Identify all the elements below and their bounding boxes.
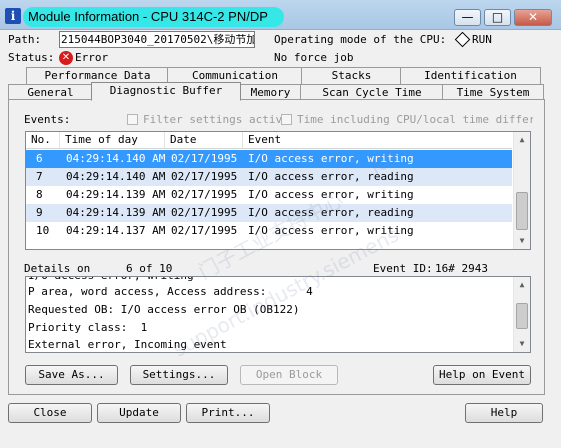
column-header-no[interactable]: No.: [26, 132, 60, 148]
help-on-event-button[interactable]: Help on Event: [433, 365, 531, 385]
time-including-checkbox[interactable]: [281, 114, 292, 125]
tab-stacks[interactable]: Stacks: [301, 67, 402, 84]
close-window-button[interactable]: ✕: [514, 9, 552, 26]
details-line: I/O access error, writing: [28, 277, 194, 284]
details-line: External error, Incoming event: [28, 338, 227, 351]
details-line: Requested OB: I/O access error OB (OB122…: [28, 303, 300, 316]
details-label: Details on: [24, 262, 91, 275]
filter-settings-label: Filter settings activ: [143, 113, 283, 126]
details-line: Priority class: 1: [28, 321, 148, 334]
cell-time: 04:29:14.139 AM: [66, 188, 166, 201]
cell-no: 7: [36, 170, 43, 183]
cell-event: I/O access error, writing: [248, 188, 414, 201]
filter-settings-checkbox[interactable]: [127, 114, 138, 125]
cell-time: 04:29:14.140 AM: [66, 152, 166, 165]
cell-event: I/O access error, reading: [248, 206, 414, 219]
status-label: Status:: [8, 51, 55, 64]
force-status: No force job: [274, 51, 354, 64]
maximize-button[interactable]: □: [484, 9, 511, 26]
open-block-button[interactable]: Open Block: [240, 365, 338, 385]
cell-date: 02/17/1995: [171, 206, 238, 219]
cell-no: 9: [36, 206, 43, 219]
table-row[interactable]: 8 04:29:14.139 AM 02/17/1995 I/O access …: [26, 186, 512, 204]
events-scrollbar[interactable]: ▲ ▼: [513, 132, 530, 249]
run-diamond-icon: [454, 31, 471, 48]
path-field: 215044BOP3040_20170502\移动节加脏: [59, 31, 255, 48]
cell-date: 02/17/1995: [171, 170, 238, 183]
event-id-value: 16# 2943: [435, 262, 488, 275]
status-value: Error: [75, 51, 109, 64]
error-icon: ✕: [59, 51, 73, 65]
cell-time: 04:29:14.140 AM: [66, 170, 166, 183]
details-scrollbar[interactable]: ▲ ▼: [513, 277, 530, 352]
cell-no: 8: [36, 188, 43, 201]
update-button[interactable]: Update: [97, 403, 181, 423]
path-label: Path:: [8, 33, 42, 46]
cell-time: 04:29:14.139 AM: [66, 206, 166, 219]
scroll-up-icon[interactable]: ▲: [514, 132, 530, 148]
time-including-label: Time including CPU/local time differenc: [297, 113, 533, 126]
events-label: Events:: [24, 113, 71, 126]
column-header-time[interactable]: Time of day: [60, 132, 165, 148]
table-row[interactable]: 10 04:29:14.137 AM 02/17/1995 I/O access…: [26, 222, 512, 240]
print-button[interactable]: Print...: [186, 403, 270, 423]
events-list[interactable]: No. Time of day Date Event 6 04:29:14.14…: [25, 131, 531, 250]
cell-event: I/O access error, writing: [248, 224, 414, 237]
event-id-label: Event ID:: [373, 262, 433, 275]
column-header-date[interactable]: Date: [165, 132, 243, 148]
details-position: 6 of 10: [126, 262, 173, 275]
operating-mode-label: Operating mode of the CPU:: [274, 33, 447, 46]
cell-no: 6: [36, 152, 43, 165]
scroll-up-icon[interactable]: ▲: [514, 277, 530, 293]
operating-mode-value: RUN: [472, 33, 492, 46]
events-list-header: No. Time of day Date Event: [26, 132, 512, 149]
cell-date: 02/17/1995: [171, 188, 238, 201]
title-bar[interactable]: i Module Information - CPU 314C-2 PN/DP …: [0, 0, 561, 30]
cell-event: I/O access error, reading: [248, 170, 414, 183]
cell-date: 02/17/1995: [171, 224, 238, 237]
tab-identification[interactable]: Identification: [400, 67, 541, 84]
column-header-event[interactable]: Event: [243, 132, 512, 148]
help-button[interactable]: Help: [465, 403, 543, 423]
scroll-down-icon[interactable]: ▼: [514, 336, 530, 352]
window-title: Module Information - CPU 314C-2 PN/DP: [23, 7, 284, 27]
close-button[interactable]: Close: [8, 403, 92, 423]
cell-no: 10: [36, 224, 50, 237]
settings-button[interactable]: Settings...: [130, 365, 228, 385]
scroll-thumb[interactable]: [516, 303, 528, 329]
save-as-button[interactable]: Save As...: [25, 365, 118, 385]
tab-diagnostic-buffer[interactable]: Diagnostic Buffer: [91, 82, 241, 101]
table-row[interactable]: 6 04:29:14.140 AM 02/17/1995 I/O access …: [26, 150, 512, 168]
cell-date: 02/17/1995: [171, 152, 238, 165]
cell-event: I/O access error, writing: [248, 152, 414, 165]
scroll-thumb[interactable]: [516, 192, 528, 230]
minimize-button[interactable]: —: [454, 9, 481, 26]
cell-time: 04:29:14.137 AM: [66, 224, 166, 237]
info-icon: i: [5, 8, 21, 24]
details-line: P area, word access, Access address: 4: [28, 285, 313, 298]
scroll-down-icon[interactable]: ▼: [514, 233, 530, 249]
table-row[interactable]: 9 04:29:14.139 AM 02/17/1995 I/O access …: [26, 204, 512, 222]
event-details-box[interactable]: I/O access error, writing P area, word a…: [25, 276, 531, 353]
table-row[interactable]: 7 04:29:14.140 AM 02/17/1995 I/O access …: [26, 168, 512, 186]
